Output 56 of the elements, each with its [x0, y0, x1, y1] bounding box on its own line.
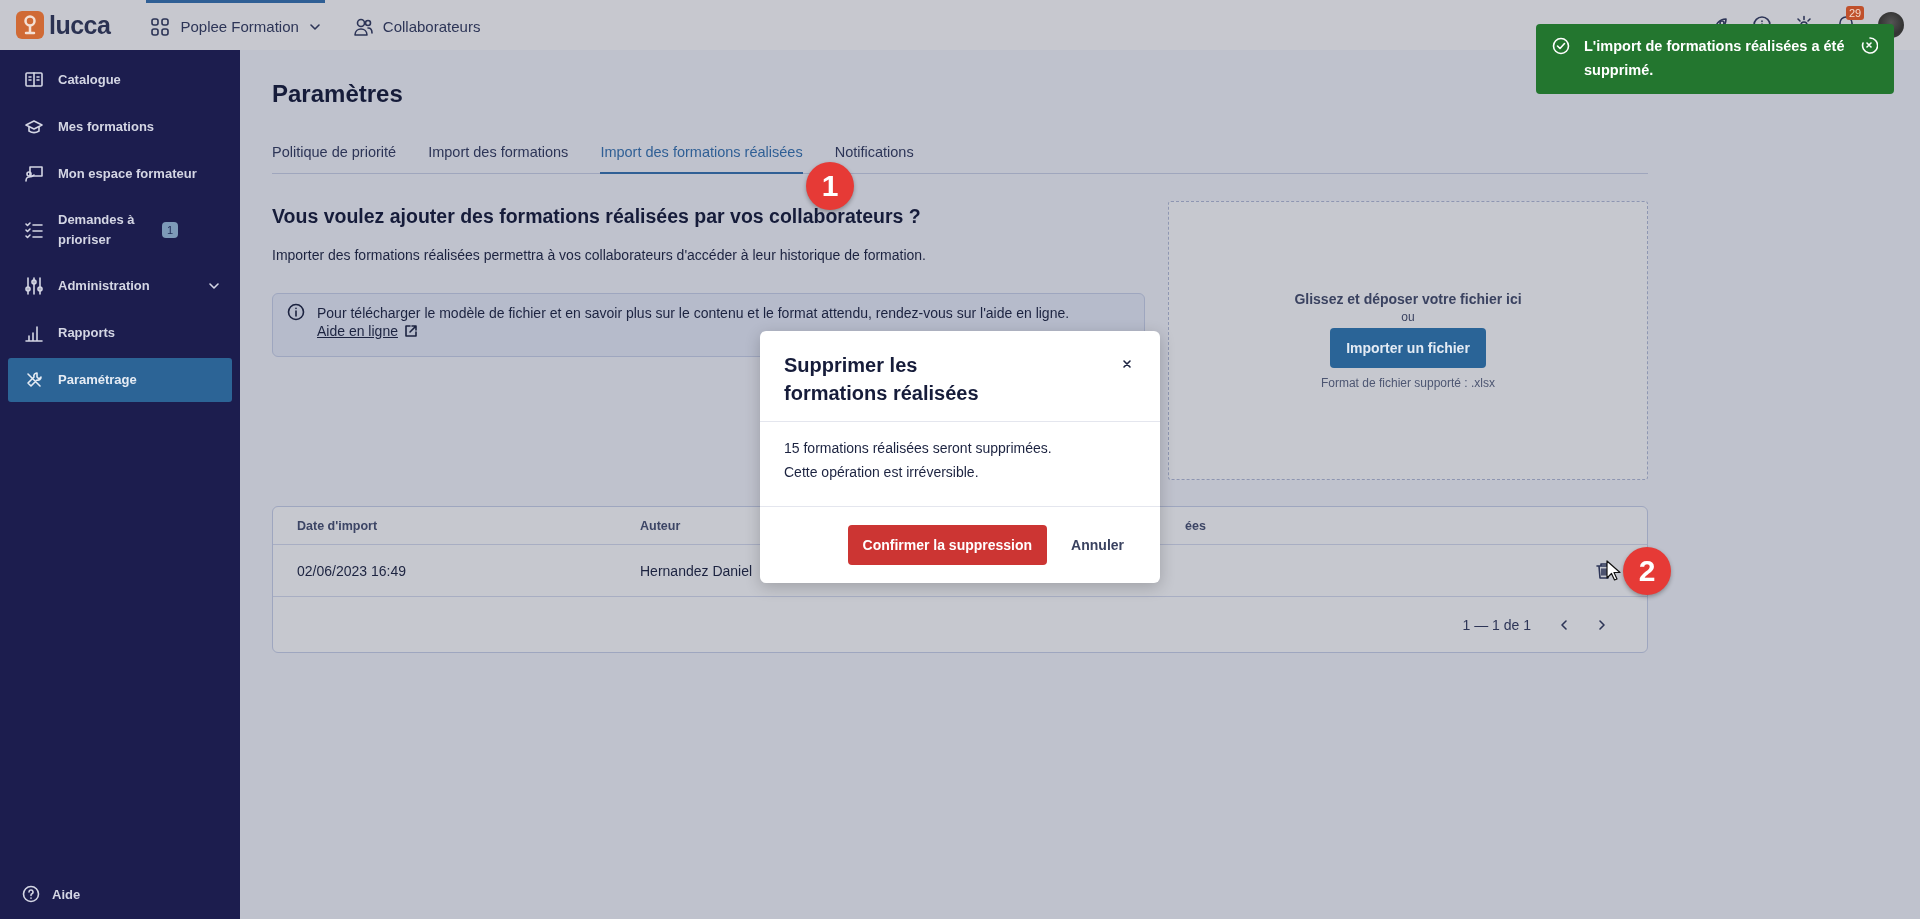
grid-icon — [150, 16, 171, 37]
count-badge: 1 — [162, 222, 179, 238]
close-icon — [1860, 36, 1878, 54]
sidebar-item[interactable]: Mon espace formateur — [8, 152, 232, 196]
chevron-right-icon[interactable] — [1597, 618, 1607, 631]
help-icon — [22, 885, 40, 903]
file-dropzone[interactable]: Glissez et déposer votre fichier ici ou Importer un fichier Format de fichier supporté : .xlsx — [1168, 201, 1648, 480]
check-circle-icon — [1552, 37, 1570, 55]
column-header: Auteur — [640, 518, 681, 533]
info-icon — [287, 303, 305, 321]
tab[interactable]: Import des formations réalisées — [600, 144, 803, 174]
checklist-icon — [24, 220, 44, 240]
column-header: ées — [1185, 518, 1206, 533]
step-marker: 2 — [1623, 547, 1671, 595]
table-cell: 02/06/2023 16:49 — [297, 562, 406, 579]
table-cell: Hernandez Daniel — [640, 562, 753, 579]
nav-link[interactable]: Collaborateurs — [348, 0, 485, 50]
bar-chart-icon — [24, 323, 44, 343]
or-label: ou — [1401, 310, 1415, 324]
import-file-button[interactable]: Importer un fichier — [1330, 328, 1486, 368]
sidebar-item[interactable]: Paramétrage — [8, 358, 232, 402]
sidebar-item[interactable]: Demandes à prioriser 1 — [8, 199, 232, 261]
sidebar-item[interactable]: Mes formations — [8, 105, 232, 149]
format-hint: Format de fichier supporté : .xlsx — [1320, 376, 1496, 390]
chevron-down-icon — [308, 21, 321, 32]
dropzone-title: Glissez et déposer votre fichier ici — [1294, 291, 1522, 307]
app-logo-text: lucca — [49, 10, 111, 40]
toast-message: L'import de formations réalisées a été supprimé. — [1584, 37, 1846, 80]
sidebar-item[interactable]: Administration — [8, 264, 232, 308]
chevron-left-icon[interactable] — [1559, 618, 1569, 631]
help-link[interactable]: Aide en ligne — [317, 323, 418, 339]
column-header: Date d'import — [297, 518, 378, 533]
info-text: Pour télécharger le modèle de fichier et en savoir plus sur le contenu et le format attendu, rendez-vous sur l'aide en ligne. — [317, 304, 1070, 323]
tab[interactable]: Import des formations — [428, 144, 569, 174]
external-link-icon — [403, 324, 418, 338]
notification-badge: 29 — [1846, 5, 1865, 20]
sliders-icon — [24, 276, 44, 296]
pagination-label: 1 — 1 de 1 — [1462, 616, 1531, 633]
close-icon — [1122, 359, 1132, 369]
sidebar-item[interactable]: Catalogue — [8, 58, 232, 102]
people-icon — [352, 16, 373, 37]
tools-icon — [24, 370, 44, 390]
tab[interactable]: Politique de priorité — [272, 144, 397, 174]
dialog-title: Supprimer les formations réalisées — [784, 353, 980, 406]
dialog-text: 15 formations réalisées seront supprimées. — [784, 439, 1053, 458]
page-title: Paramètres — [272, 79, 404, 109]
dialog-text: Cette opération est irréversible. — [784, 463, 980, 482]
help-link[interactable]: Aide — [8, 872, 232, 916]
book-icon — [24, 70, 44, 90]
confirm-delete-button[interactable]: Confirmer la suppression — [847, 525, 1048, 565]
presentation-board-icon — [24, 164, 44, 184]
cursor-icon — [1606, 560, 1622, 582]
cancel-button[interactable]: Annuler — [1055, 525, 1140, 565]
lucca-logo-icon — [16, 11, 44, 39]
section-description: Importer des formations réalisées permettra à vos collaborateurs d'accéder à leur historique de formation. — [272, 246, 927, 265]
sidebar-item[interactable]: Rapports — [8, 311, 232, 355]
